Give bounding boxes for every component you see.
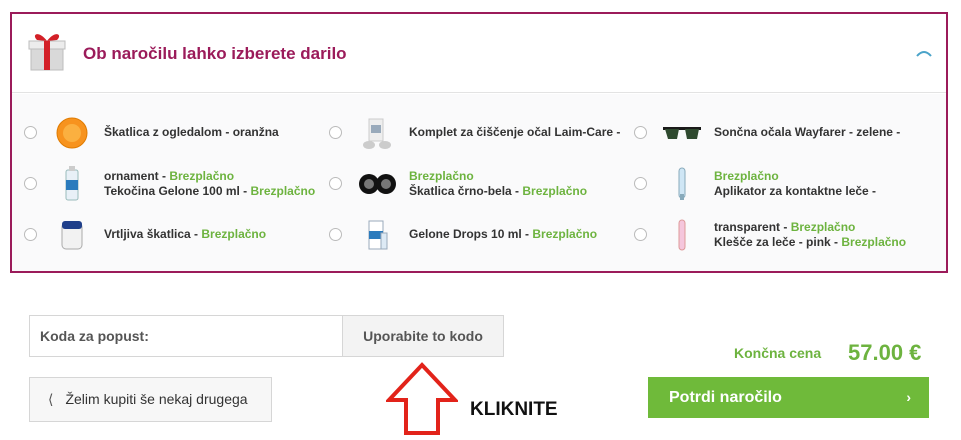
chevron-up-icon[interactable] — [913, 46, 935, 60]
gift-option-label: Škatlica črno-bela - — [409, 184, 523, 198]
free-label: Brezplačno — [841, 235, 907, 249]
gift-option[interactable]: Brezplačno Škatlica črno-bela - Brezplač… — [329, 164, 629, 204]
confirm-order-button[interactable]: Potrdi naročilo › — [648, 377, 929, 418]
free-label: Brezplačno — [250, 184, 316, 198]
gift-option-label: Komplet za čiščenje očal Laim-Care - — [409, 125, 621, 139]
gift-radio[interactable] — [329, 126, 342, 139]
chevron-right-icon: › — [906, 389, 911, 405]
gift-option[interactable]: Gelone Drops 10 ml - Brezplačno — [329, 215, 629, 255]
gift-panel-header[interactable]: Ob naročilu lahko izberete darilo — [12, 14, 946, 93]
free-label: Brezplačno — [532, 227, 598, 241]
gift-option-label: Gelone Drops 10 ml - — [409, 227, 533, 241]
total-price-value: 57.00 € — [848, 340, 922, 365]
discount-code-label: Koda za popust: — [40, 328, 149, 344]
gift-option[interactable]: Brezplačno Aplikator za kontaktne leče - — [634, 164, 934, 204]
free-label: Brezplačno — [790, 220, 856, 234]
continue-shopping-label: Želim kupiti še nekaj drugega — [65, 391, 248, 407]
gift-option[interactable]: Vrtljiva škatlica - Brezplačno — [24, 215, 324, 255]
gift-radio[interactable] — [329, 228, 342, 241]
confirm-order-label: Potrdi naročilo — [669, 389, 782, 406]
gift-selection-panel: Ob naročilu lahko izberete darilo Škatli… — [10, 12, 948, 273]
drops-box-icon — [368, 220, 388, 250]
lens-tweezers-icon — [678, 219, 686, 251]
gift-option[interactable]: transparent - Brezplačno Klešče za leče … — [634, 215, 934, 255]
gift-options-list: Škatlica z ogledalom - oranžna Komplet z… — [12, 94, 946, 271]
gift-option-label: transparent - — [714, 220, 791, 234]
gift-icon — [28, 34, 66, 71]
gift-panel-title: Ob naročilu lahko izberete darilo — [83, 44, 347, 63]
gift-option[interactable]: Sončna očala Wayfarer - zelene - — [634, 113, 934, 153]
up-arrow-outline-icon — [386, 362, 458, 435]
discount-code-field[interactable]: Koda za popust: — [29, 315, 343, 357]
free-label: Brezplačno — [522, 184, 588, 198]
free-label: Brezplačno — [201, 227, 267, 241]
black-white-case-icon — [359, 174, 396, 194]
gift-option-label: Sončna očala Wayfarer - zelene - — [714, 125, 901, 139]
solution-bottle-icon — [65, 166, 79, 201]
gift-option-label: Vrtljiva škatlica - — [104, 227, 202, 241]
free-label: Brezplačno — [409, 169, 474, 183]
gift-option[interactable]: Komplet za čiščenje očal Laim-Care - — [329, 113, 629, 153]
chevron-left-icon: ⟨ — [48, 391, 54, 407]
apply-code-button[interactable]: Uporabite to kodo — [342, 315, 504, 357]
total-price-label: Končna cena — [734, 345, 822, 361]
glasses-cleaning-kit-icon — [363, 118, 391, 149]
gift-radio[interactable] — [634, 228, 647, 241]
gift-option-label: Tekočina Gelone 100 ml - — [104, 184, 251, 198]
click-annotation: KLIKNITE — [470, 399, 558, 420]
gift-option-label: Škatlica z ogledalom - oranžna — [104, 125, 279, 139]
rotating-case-icon — [61, 221, 83, 250]
gift-option-label: Klešče za leče - pink - — [714, 235, 842, 249]
free-label: Brezplačno — [714, 169, 779, 183]
orange-mirror-case-icon — [56, 117, 88, 149]
gift-option[interactable]: ornament - Brezplačno Tekočina Gelone 10… — [24, 164, 324, 204]
gift-radio[interactable] — [24, 126, 37, 139]
lens-applicator-icon — [678, 167, 686, 200]
gift-radio[interactable] — [329, 177, 342, 190]
sunglasses-icon — [663, 127, 701, 139]
gift-radio[interactable] — [634, 126, 647, 139]
free-label: Brezplačno — [169, 169, 235, 183]
gift-radio[interactable] — [24, 228, 37, 241]
gift-radio[interactable] — [634, 177, 647, 190]
continue-shopping-button[interactable]: ⟨ Želim kupiti še nekaj drugega — [29, 377, 272, 422]
gift-option-label: ornament - — [104, 169, 170, 183]
gift-radio[interactable] — [24, 177, 37, 190]
gift-option[interactable]: Škatlica z ogledalom - oranžna — [24, 113, 324, 153]
gift-option-label: Aplikator za kontaktne leče - — [714, 184, 877, 198]
